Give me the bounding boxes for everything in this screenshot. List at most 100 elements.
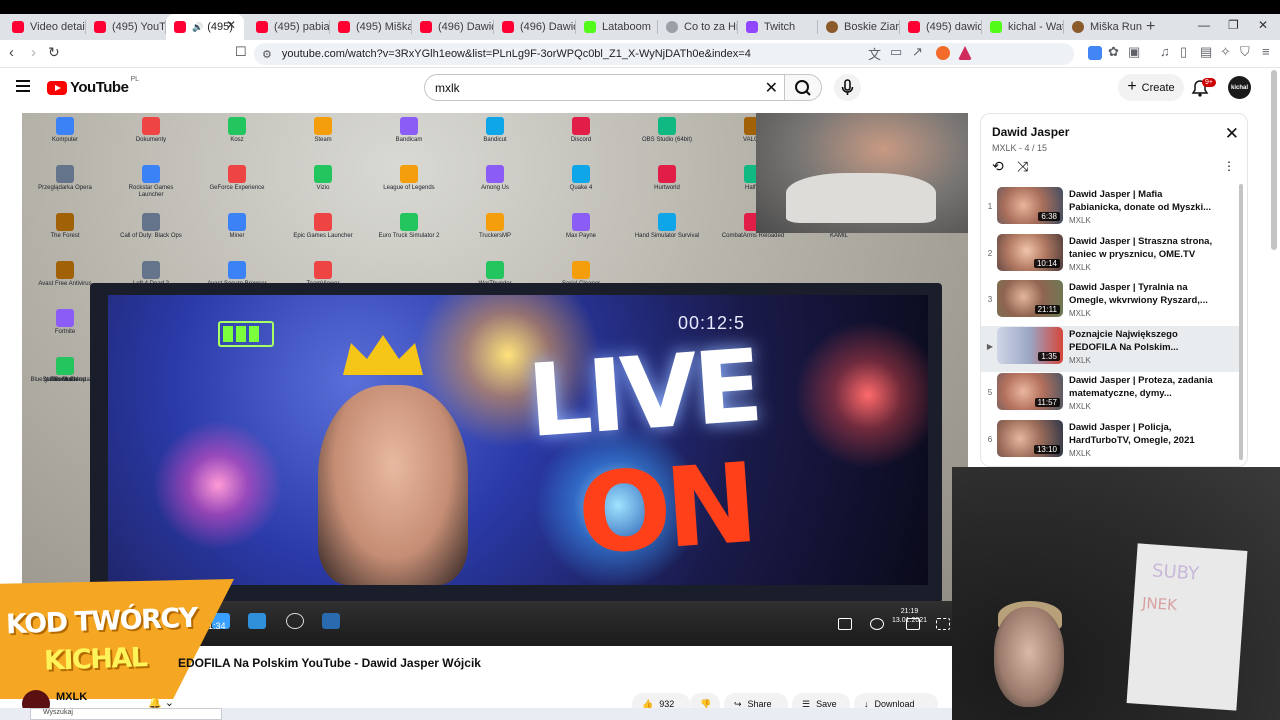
reload-icon[interactable]: ↻ [48, 44, 60, 61]
autoplay-toggle-icon[interactable] [838, 618, 852, 630]
back-icon[interactable]: ‹ [9, 44, 14, 61]
playlist-item-title[interactable]: Dawid Jasper | Straszna strona, taniec w… [1069, 235, 1215, 261]
browser-tab[interactable]: Miška Run 2 [1064, 14, 1144, 40]
browser-tab[interactable]: (496) Dawid [412, 14, 494, 40]
playlist-header: Dawid Jasper MXLK - 4 / 15 ✕ ⟲ ⤨ ⋮ [981, 114, 1247, 180]
window-icon[interactable]: ▣ [1128, 44, 1140, 60]
brave-shield-icon[interactable] [936, 46, 950, 60]
translate-icon[interactable]: 文 [868, 44, 881, 63]
browser-tab[interactable]: (495) Miška S [330, 14, 412, 40]
shuffle-icon[interactable]: ⤨ [1017, 158, 1028, 175]
desktop-icon: Hurtworld [632, 165, 702, 192]
extension-icon[interactable]: ✿ [1108, 44, 1119, 60]
restore-icon[interactable]: ❐ [1228, 18, 1239, 32]
playlist-item-title[interactable]: Dawid Jasper | Tyralnia na Omegle, wkvrw… [1069, 281, 1215, 307]
account-avatar[interactable]: kichal [1228, 76, 1251, 99]
create-button[interactable]: + Create [1118, 74, 1184, 101]
browser-tab[interactable]: (495) YouTube [86, 14, 166, 40]
clear-search-icon[interactable]: ✕ [765, 78, 778, 98]
more-options-icon[interactable]: ⋮ [1223, 159, 1235, 173]
url-field[interactable]: ⚙ youtube.com/watch?v=3RxYGlh1eow&list=P… [254, 43, 1074, 65]
kick-icon [990, 21, 1002, 33]
sidebar-icon[interactable]: ▯ [1180, 44, 1187, 60]
playlist-scrollbar[interactable] [1239, 184, 1243, 460]
loop-icon[interactable]: ⟲ [992, 158, 1004, 175]
playlist-item-title[interactable]: Poznajcie Największego PEDOFILA Na Polsk… [1069, 328, 1215, 354]
browser-tab[interactable]: (495) pabiani [248, 14, 330, 40]
speaker-icon: 🔊 [192, 21, 204, 32]
playlist-item[interactable]: 1 6:38 Dawid Jasper | Mafia Pabianicka, do… [981, 186, 1239, 232]
tab-strip-top [0, 0, 1280, 14]
desktop-icon: Epic Games Launcher [288, 213, 358, 240]
playlist-item[interactable]: ▶ 1:35 Poznajcie Największego PEDOFILA Na … [981, 325, 1239, 372]
translate-extension-icon[interactable] [1088, 46, 1102, 60]
music-icon[interactable]: ♫ [1160, 44, 1170, 59]
shield-icon[interactable]: ⛉ [1240, 44, 1250, 60]
desktop-icon: Bandicut [460, 117, 530, 144]
playlist-item[interactable]: 6 13:10 Dawid Jasper | Policja, HardTurboT… [981, 419, 1239, 465]
browser-tab[interactable]: (495) dawid j [900, 14, 982, 40]
settings-gear-icon[interactable] [870, 618, 884, 630]
playlist-title[interactable]: Dawid Jasper [992, 125, 1069, 139]
playlist-item-title[interactable]: Dawid Jasper | Mafia Pabianicka, donate … [1069, 188, 1215, 214]
playlist-item-title[interactable]: Dawid Jasper | Policja, HardTurboTV, Ome… [1069, 421, 1215, 447]
browser-tab[interactable]: Boskie Ziarno [818, 14, 900, 40]
video-player[interactable]: Komputer Dokumenty Kosz Steam Bandicam Bandic… [22, 113, 968, 646]
playlist-item[interactable]: 3 21:11 Dawid Jasper | Tyralnia na Omegle,… [981, 279, 1239, 325]
browser-tab[interactable]: Co to za Hit [658, 14, 738, 40]
duration-badge: 6:38 [1038, 212, 1060, 221]
search-input[interactable]: mxlk ✕ [424, 74, 784, 101]
kick-icon [584, 21, 596, 33]
close-playlist-icon[interactable]: ✕ [1225, 124, 1239, 144]
video-thumbnail[interactable]: 13:10 [997, 419, 1063, 457]
page-scrollbar[interactable] [1271, 70, 1277, 250]
desktop-icon: Discord [546, 117, 616, 144]
fullscreen-icon[interactable] [936, 618, 950, 630]
minimize-icon[interactable]: — [1198, 18, 1210, 32]
video-thumbnail[interactable]: 1:35 [997, 326, 1063, 364]
new-tab-icon[interactable]: + [1146, 18, 1155, 36]
youtube-icon [256, 21, 268, 33]
playlist-item-channel: MXLK [1069, 402, 1091, 411]
browser-tab-active[interactable]: 🔊 (495) ✕ [166, 14, 244, 40]
desktop-icon: GeForce Experience [202, 165, 272, 192]
forward-icon[interactable]: › [31, 44, 36, 61]
hamburger-menu-icon[interactable] [16, 80, 30, 92]
close-window-icon[interactable]: ✕ [1258, 18, 1268, 32]
video-thumbnail[interactable]: 6:38 [997, 187, 1063, 224]
playlist-item[interactable]: 5 11:57 Dawid Jasper | Proteza, zadania ma… [981, 372, 1239, 418]
channel-name[interactable]: MXLK [56, 691, 87, 703]
duration-badge: 13:10 [1033, 444, 1060, 454]
menu-dots-icon[interactable]: ≡ [1262, 44, 1270, 59]
cast-icon[interactable]: ▭ [890, 44, 902, 60]
wallet-icon[interactable]: ▤ [1200, 44, 1212, 60]
browser-tab[interactable]: kichal - Watc [982, 14, 1064, 40]
desktop-icon: Vizio [288, 165, 358, 192]
share-page-icon[interactable]: ↗ [912, 44, 923, 60]
desktop-icon: Rockstar Games Launcher [116, 165, 186, 199]
playlist-item-channel: MXLK [1069, 448, 1091, 458]
browser-tab[interactable]: Twitch [738, 14, 818, 40]
taskbar-search-box[interactable]: Wyszukaj [30, 708, 222, 720]
browser-tab[interactable]: Video details [4, 14, 86, 40]
playlist-item-title[interactable]: Dawid Jasper | Proteza, zadania matematy… [1069, 374, 1215, 400]
desktop-icon: Kosz [202, 117, 272, 144]
search-button[interactable] [784, 74, 822, 101]
site-info-icon[interactable]: ⚙ [262, 48, 272, 61]
voice-search-button[interactable] [834, 74, 861, 101]
close-tab-icon[interactable]: ✕ [226, 18, 236, 32]
desktop-icon: TruckersMP [460, 213, 530, 240]
video-thumbnail[interactable]: 21:11 [997, 280, 1063, 317]
bookmark-icon[interactable]: ☐ [235, 44, 247, 60]
browser-tab[interactable]: Lataboom [576, 14, 658, 40]
ai-icon[interactable]: ✧ [1220, 44, 1231, 60]
video-thumbnail[interactable]: 11:57 [997, 373, 1063, 410]
youtube-logo[interactable]: YouTube PL [47, 76, 139, 96]
video-thumbnail[interactable]: 10:14 [997, 233, 1063, 271]
playlist-item-channel: MXLK [1069, 309, 1091, 318]
desktop-icon: Among Us [460, 165, 530, 192]
browser-tab-strip: Video details (495) YouTube 🔊(495)✕ (495… [0, 0, 1280, 40]
playlist-item[interactable]: 2 10:14 Dawid Jasper | Straszna strona, ta… [981, 233, 1239, 279]
browser-tab[interactable]: (496) Dawid [494, 14, 576, 40]
on-text: ON [573, 439, 756, 579]
